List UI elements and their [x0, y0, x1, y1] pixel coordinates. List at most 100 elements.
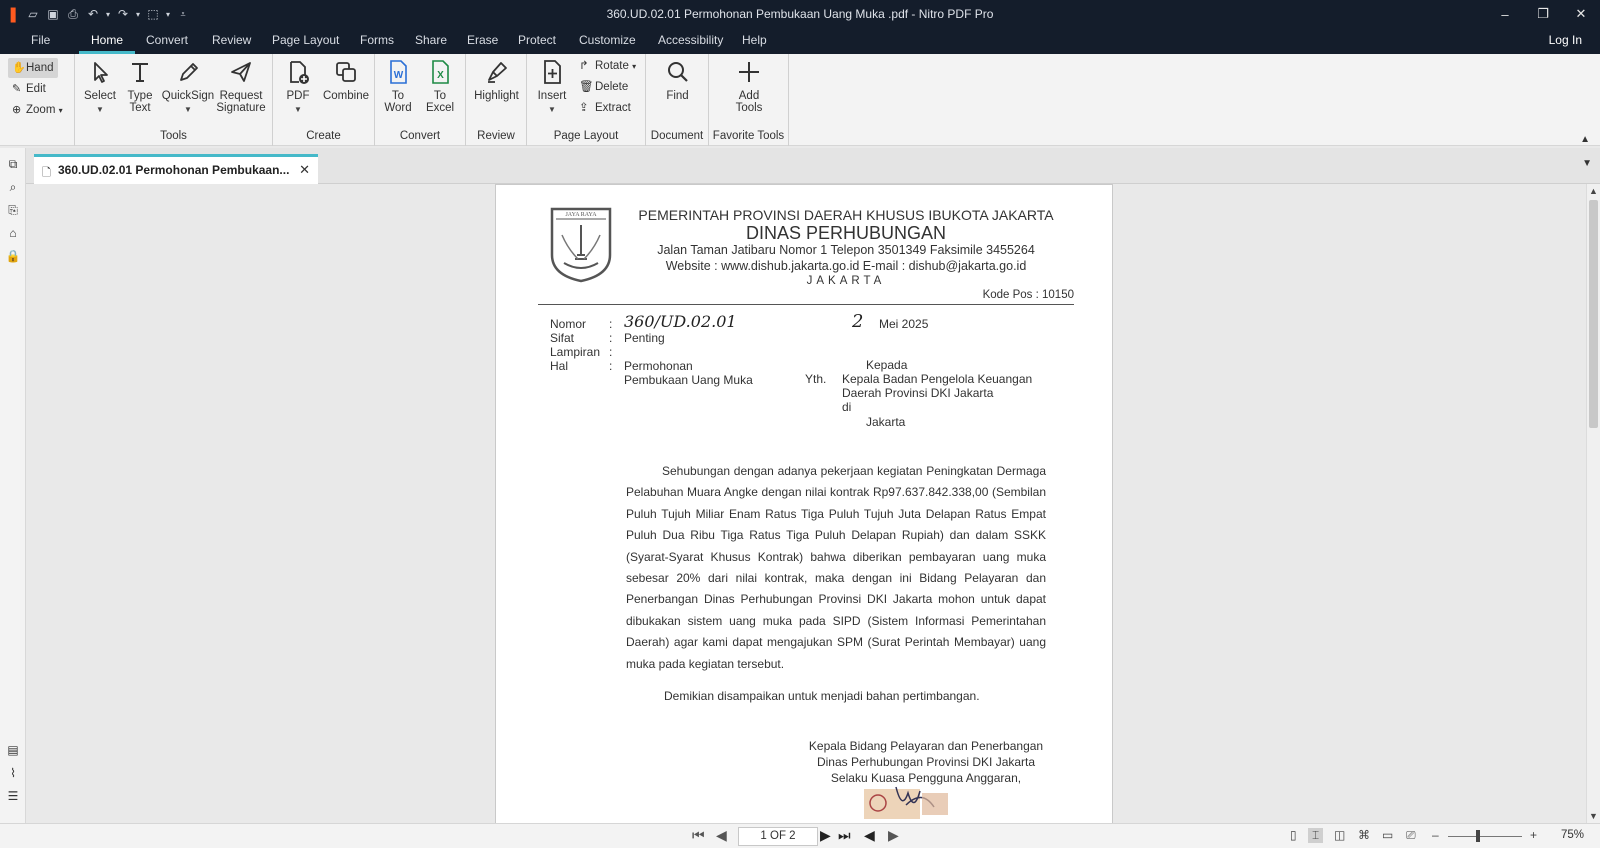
delete-button[interactable]: 🗑Delete — [579, 77, 628, 97]
highlight-button[interactable]: Highlight — [470, 58, 523, 102]
hand-icon: ✋ — [12, 62, 26, 74]
close-window-button[interactable]: ✕ — [1562, 0, 1600, 28]
zoom-in-button[interactable]: + — [1530, 828, 1537, 842]
hand-tool-button[interactable]: ✋Hand — [8, 58, 58, 78]
form-fields-icon[interactable]: ☰ — [5, 788, 21, 804]
select-tool-icon[interactable]: ⬚ — [144, 4, 162, 24]
tab-forms[interactable]: Forms — [360, 28, 394, 54]
rotate-dropdown-icon: ▾ — [632, 62, 637, 71]
edit-tool-button[interactable]: ✎ Edit — [8, 79, 50, 99]
select-button[interactable]: Select ▼ — [83, 58, 117, 116]
continuous-view-icon[interactable]: ⌶ — [1308, 828, 1324, 843]
find-button[interactable]: Find — [656, 58, 699, 102]
document-tab-bar: 🗋 360.UD.02.01 Permohonan Pembukaan... ✕… — [26, 148, 1600, 184]
open-folder-icon[interactable]: ▱ — [24, 4, 42, 24]
tab-help[interactable]: Help — [742, 28, 767, 54]
sifat-label: Sifat — [550, 331, 575, 345]
zoom-level[interactable]: 75% — [1561, 829, 1584, 841]
tab-convert[interactable]: Convert — [146, 28, 188, 54]
single-page-view-icon[interactable]: ▯ — [1290, 828, 1297, 842]
tab-customize[interactable]: Customize — [579, 28, 636, 54]
document-group-label: Document — [650, 130, 704, 142]
save-icon[interactable]: ▣ — [44, 4, 62, 24]
scroll-up-icon[interactable]: ▲ — [1589, 186, 1598, 196]
type-text-icon — [132, 63, 148, 82]
login-link[interactable]: Log In — [1549, 28, 1582, 54]
excel-file-icon: X — [432, 60, 449, 84]
close-tab-icon[interactable]: ✕ — [299, 162, 310, 178]
collapse-ribbon-icon[interactable]: ▲ — [1580, 134, 1590, 145]
lock-icon[interactable]: 🔒 — [5, 248, 21, 264]
previous-view-icon[interactable]: ◀ — [864, 827, 875, 844]
last-page-icon[interactable]: ⏭ — [838, 827, 851, 844]
document-tab[interactable]: 🗋 360.UD.02.01 Permohonan Pembukaan... ✕ — [34, 154, 318, 184]
tab-share[interactable]: Share — [415, 28, 447, 54]
word-file-icon: W — [390, 60, 407, 84]
review-group-label: Review — [477, 130, 515, 142]
customize-qa-icon[interactable]: ⩡ — [174, 4, 192, 24]
title-bar: ❚ ▱ ▣ ⎙ ↶ ▾ ↷ ▾ ⬚ ▾ ⩡ 360.UD.02.01 Permo… — [0, 0, 1600, 28]
combine-icon — [336, 62, 356, 82]
bookmark-icon[interactable]: ⎘ — [5, 202, 21, 218]
undo-dropdown-icon[interactable]: ▾ — [104, 4, 112, 24]
redo-dropdown-icon[interactable]: ▾ — [134, 4, 142, 24]
pages-panel-icon[interactable]: ⧉ — [5, 156, 21, 172]
select-dropdown-icon[interactable]: ▾ — [164, 4, 172, 24]
presentation-view-icon[interactable]: ▭ — [1382, 828, 1393, 842]
next-view-icon[interactable]: ▶ — [888, 827, 899, 844]
zoom-slider-track[interactable] — [1448, 836, 1522, 837]
ribbon-group-navigation: ✋Hand ✎ Edit ⊕ Zoom ▾ — [0, 54, 75, 146]
tag-icon[interactable]: ⌂ — [5, 225, 21, 241]
to-word-button[interactable]: W To Word — [379, 58, 417, 114]
svg-text:W: W — [394, 70, 404, 81]
print-icon[interactable]: ⎙ — [64, 4, 82, 24]
tab-protect[interactable]: Protect — [518, 28, 556, 54]
tab-home[interactable]: Home — [78, 28, 136, 54]
insert-button[interactable]: Insert ▼ — [533, 58, 571, 116]
ribbon-group-page-layout: Insert ▼ ↱ Rotate ▾ 🗑Delete ⇪ Extract Page… — [527, 54, 646, 146]
tab-review[interactable]: Review — [212, 28, 251, 54]
page-number-input[interactable]: 1 OF 2 — [738, 827, 818, 846]
tab-file[interactable]: File — [31, 28, 50, 54]
tab-erase[interactable]: Erase — [467, 28, 498, 54]
combine-button[interactable]: Combine — [321, 58, 371, 102]
pdf-create-button[interactable]: PDF ▼ — [281, 58, 315, 116]
tab-accessibility[interactable]: Accessibility — [658, 28, 723, 54]
type-text-button[interactable]: Type Text — [123, 58, 157, 114]
search-panel-icon[interactable]: ⌕ — [5, 179, 21, 195]
comments-icon[interactable]: ▤ — [5, 742, 21, 758]
letter-closing: Demikian disampaikan untuk menjadi bahan… — [664, 689, 980, 703]
attachment-icon[interactable]: ⌇ — [5, 765, 21, 781]
minimize-button[interactable]: – — [1486, 0, 1524, 28]
undo-icon[interactable]: ↶ — [84, 4, 102, 24]
two-page-view-icon[interactable]: ◫ — [1334, 828, 1345, 842]
letter-body: Sehubungan dengan adanya pekerjaan kegia… — [626, 464, 1046, 671]
ribbon-group-favorite-tools: Add Tools Favorite Tools — [709, 54, 789, 146]
quicksign-button[interactable]: QuickSign ▼ — [161, 58, 215, 116]
to-excel-button[interactable]: X To Excel — [421, 58, 459, 114]
next-page-icon[interactable]: ▶ — [820, 827, 831, 844]
quicksign-dropdown-icon: ▼ — [184, 105, 192, 114]
rotate-button[interactable]: ↱ Rotate ▾ — [579, 56, 636, 76]
tab-list-dropdown-icon[interactable]: ▼ — [1582, 158, 1592, 169]
tab-page-layout[interactable]: Page Layout — [272, 28, 339, 54]
scrollbar-thumb[interactable] — [1589, 200, 1598, 428]
zoom-out-button[interactable]: – — [1432, 828, 1439, 842]
request-signature-button[interactable]: Request Signature — [213, 58, 269, 114]
first-page-icon[interactable]: ⏮ — [692, 827, 705, 844]
zoom-slider-thumb[interactable] — [1476, 830, 1480, 842]
document-viewport[interactable]: JAYA RAYA PEMERINTAH PROVINSI DAERAH KHU… — [26, 184, 1586, 823]
scroll-down-icon[interactable]: ▼ — [1589, 811, 1598, 821]
nitro-logo-icon: ❚ — [6, 6, 20, 23]
ribbon-group-document: Find Document — [646, 54, 709, 146]
date-month-year: Mei 2025 — [879, 317, 929, 331]
redo-icon[interactable]: ↷ — [114, 4, 132, 24]
previous-page-icon[interactable]: ◀ — [716, 827, 727, 844]
two-page-continuous-icon[interactable]: ⌘ — [1358, 828, 1370, 842]
fullscreen-view-icon[interactable]: ⎚ — [1406, 828, 1416, 843]
restore-button[interactable]: ❐ — [1524, 0, 1562, 28]
zoom-tool-button[interactable]: ⊕ Zoom ▾ — [8, 100, 67, 120]
add-tools-button[interactable]: Add Tools — [725, 58, 773, 114]
vertical-scrollbar[interactable]: ▲ ▼ — [1586, 184, 1600, 823]
extract-button[interactable]: ⇪ Extract — [579, 98, 631, 118]
